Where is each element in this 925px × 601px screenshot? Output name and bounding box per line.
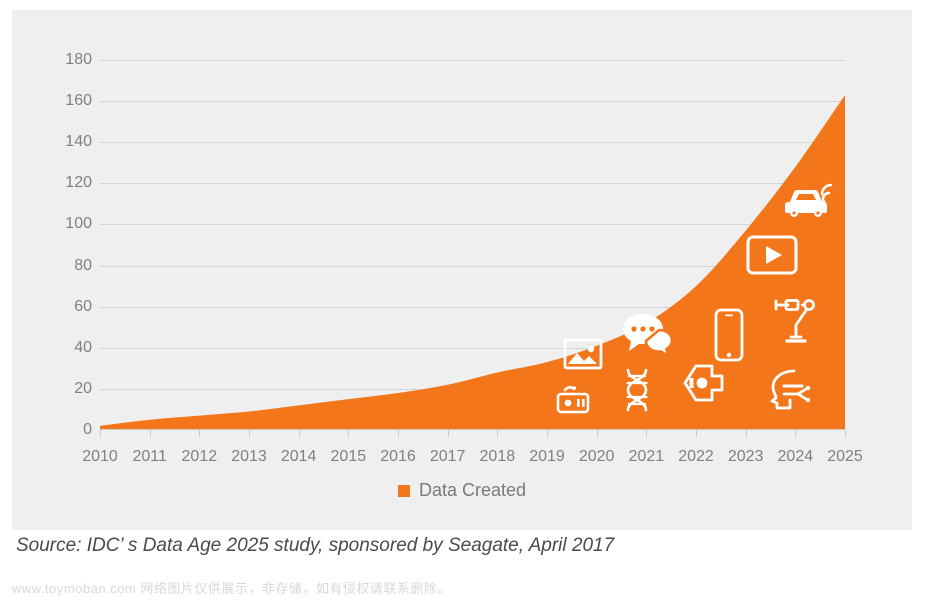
x-tick-label-2023: 2023	[727, 448, 764, 465]
x-tick-2017	[447, 430, 449, 437]
robot-arm-icon	[772, 295, 818, 345]
x-tick-label-2011: 2011	[132, 448, 167, 465]
x-tick-label-2016: 2016	[380, 448, 416, 465]
video-player-icon	[746, 235, 798, 275]
smartphone-icon	[714, 308, 744, 362]
dna-helix-icon	[621, 368, 653, 414]
x-tick-2011	[149, 430, 151, 437]
x-tick-2019	[547, 430, 548, 437]
x-tick-label-2015: 2015	[330, 448, 367, 465]
x-tick-2016	[398, 430, 399, 437]
data-created-area-series	[100, 94, 845, 430]
y-tick-label-120: 120	[65, 174, 92, 192]
x-tick-label-2020: 2020	[578, 448, 615, 465]
x-axis-ticks	[100, 430, 846, 438]
x-tick-2012	[199, 430, 201, 437]
y-tick-label-80: 80	[74, 256, 92, 274]
x-tick-label-2021: 2021	[628, 448, 665, 465]
x-tick-label-2025: 2025	[827, 448, 863, 465]
x-tick-label-2022: 2022	[678, 448, 714, 465]
photo-image-icon	[563, 337, 603, 371]
chart-legend: Data Created	[12, 480, 912, 501]
x-tick-2010	[100, 430, 101, 437]
legend-swatch-data-created	[397, 484, 410, 497]
x-axis-labels: 2010 2011 2012 2013 2014 2015 2016 2017 2018 2019…	[82, 448, 863, 472]
x-tick-2013	[249, 430, 250, 437]
chart-page: 0 20 40 60 80 100 120 140 160 180 2010 2011 2012 201…	[0, 0, 925, 601]
legend-label-data-created: Data Created	[418, 480, 527, 500]
x-tick-2020	[596, 430, 598, 437]
watermark-text: www.toymoban.com 网络图片仅供展示，非存储，如有侵权请联系删除。	[12, 581, 451, 596]
x-tick-2023	[745, 430, 747, 437]
x-tick-label-2017: 2017	[429, 448, 466, 465]
ai-head-icon	[764, 367, 814, 411]
x-tick-2014	[298, 430, 300, 437]
y-axis-labels: 0 20 40 60 80 100 120 140 160 180	[22, 51, 92, 438]
y-tick-label-40: 40	[74, 338, 92, 356]
security-camera-icon	[682, 363, 726, 403]
x-tick-2021	[646, 430, 648, 437]
x-tick-label-2019: 2019	[529, 448, 565, 465]
chat-bubbles-icon	[621, 312, 673, 358]
x-tick-2022	[696, 430, 697, 437]
x-tick-label-2014: 2014	[280, 448, 317, 465]
y-tick-label-100: 100	[65, 215, 92, 233]
plot-area	[100, 60, 845, 430]
y-tick-label-20: 20	[74, 379, 92, 397]
x-tick-2025	[845, 430, 846, 437]
y-tick-label-160: 160	[65, 92, 92, 110]
y-tick-label-60: 60	[74, 297, 92, 315]
chart-panel: 0 20 40 60 80 100 120 140 160 180 2010 2011 2012 201…	[12, 10, 912, 530]
camera-recorder-icon	[555, 382, 591, 416]
x-tick-2018	[497, 430, 499, 437]
x-tick-label-2024: 2024	[777, 448, 814, 465]
y-tick-label-0: 0	[83, 421, 92, 438]
x-tick-2015	[348, 430, 350, 437]
y-tick-label-140: 140	[65, 133, 92, 151]
x-tick-label-2012: 2012	[181, 448, 218, 465]
y-tick-label-180: 180	[65, 51, 92, 68]
x-tick-2024	[795, 430, 797, 437]
source-note: Source: IDC’ s Data Age 2025 study, spon…	[16, 535, 615, 556]
x-tick-label-2018: 2018	[479, 448, 516, 465]
x-tick-label-2013: 2013	[231, 448, 267, 465]
connected-car-icon	[784, 182, 836, 220]
x-tick-label-2010: 2010	[82, 448, 118, 465]
